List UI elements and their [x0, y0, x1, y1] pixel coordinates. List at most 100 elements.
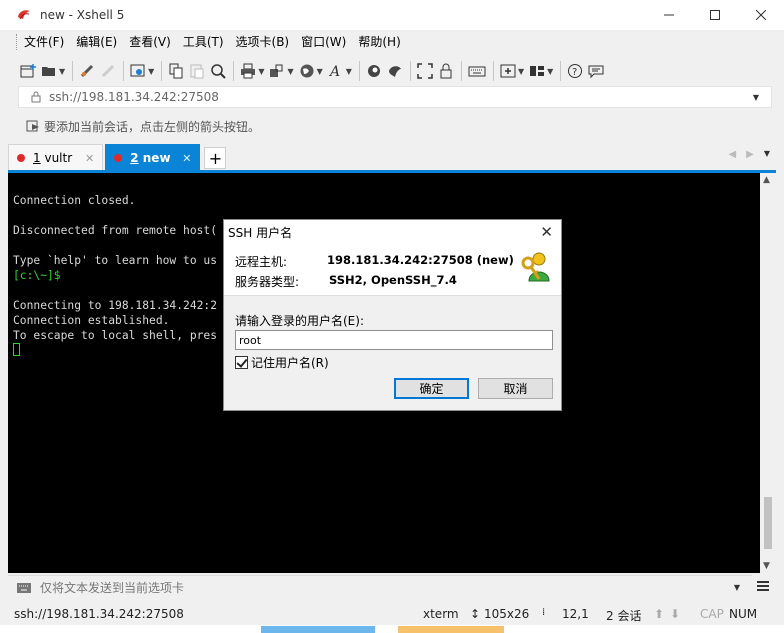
- status-cursor-pos: 12,1: [562, 607, 589, 621]
- status-session: ssh://198.181.34.242:27508: [14, 607, 184, 621]
- copy-icon: [169, 63, 183, 79]
- user-key-icon: [521, 252, 550, 282]
- background-strip: [0, 625, 784, 633]
- close-tab-icon[interactable]: ✕: [182, 152, 191, 165]
- plus-icon: +: [208, 148, 223, 168]
- tab-new[interactable]: 2 new ✕: [105, 144, 201, 171]
- minimize-button[interactable]: [646, 0, 692, 30]
- menu-bar: 文件(F) 编辑(E) 查看(V) 工具(T) 选项卡(B) 窗口(W) 帮助(…: [8, 30, 776, 54]
- scrollbar-thumb[interactable]: [764, 497, 772, 549]
- link-bar: 要添加当前会话，点击左侧的箭头按钮。: [8, 112, 776, 140]
- dialog-title-bar: SSH 用户名 ✕: [224, 220, 561, 244]
- size-icon: ↕: [470, 607, 481, 621]
- script-icon: [388, 66, 401, 77]
- folder-icon: [42, 67, 55, 76]
- arrow-add-icon[interactable]: [26, 119, 40, 133]
- compose-hint: 仅将文本发送到当前选项卡: [40, 581, 185, 595]
- tab-prev-icon[interactable]: ◀: [728, 149, 736, 160]
- link-bar-hint: 要添加当前会话，点击左侧的箭头按钮。: [44, 119, 261, 134]
- remember-username-checkbox[interactable]: 记住用户名(R): [235, 354, 329, 371]
- disconnect-button[interactable]: [100, 60, 116, 82]
- chevron-down-icon[interactable]: ▼: [753, 93, 759, 102]
- close-button[interactable]: [738, 0, 784, 30]
- menu-edit[interactable]: 编辑(E): [70, 30, 123, 54]
- keyboard-button[interactable]: [468, 60, 486, 82]
- tab-next-icon[interactable]: ▶: [746, 149, 754, 160]
- scroll-up-icon[interactable]: ▲: [763, 175, 770, 185]
- tab-vultr[interactable]: 1 vultr ✕: [8, 144, 104, 171]
- server-type-label: 服务器类型:: [235, 275, 300, 289]
- compose-bar[interactable]: 仅将文本发送到当前选项卡 ▼: [8, 575, 752, 599]
- toolbar-separator: [72, 61, 74, 81]
- add-tab-icon: [500, 64, 516, 78]
- copy-button[interactable]: [168, 60, 184, 82]
- username-prompt: 请输入登录的用户名(E):: [235, 314, 364, 328]
- new-tab-button[interactable]: +: [204, 147, 227, 169]
- tab-list-dropdown-icon[interactable]: ▼: [764, 149, 770, 160]
- open-button[interactable]: ▼: [41, 60, 65, 82]
- menu-tools[interactable]: 工具(T): [177, 30, 230, 54]
- print-button[interactable]: ▼: [240, 60, 264, 82]
- cancel-button[interactable]: 取消: [478, 378, 553, 399]
- paste-button[interactable]: [189, 60, 205, 82]
- hamburger-menu-icon[interactable]: [756, 579, 770, 593]
- host-label: 远程主机:: [235, 255, 288, 269]
- new-session-button[interactable]: [20, 60, 36, 82]
- maximize-button[interactable]: [692, 0, 738, 30]
- globe-button[interactable]: ▼: [299, 60, 323, 82]
- menu-file[interactable]: 文件(F): [18, 30, 70, 54]
- terminal-line: Type `help' to learn how to us: [13, 254, 218, 267]
- minimize-icon: [664, 14, 674, 16]
- xftp-icon: [367, 65, 380, 77]
- properties-button[interactable]: ▼: [130, 60, 154, 82]
- chat-button[interactable]: [588, 60, 604, 82]
- maximize-icon: [710, 10, 720, 20]
- dialog-title: SSH 用户名: [228, 225, 293, 240]
- toolbar-separator: [123, 61, 125, 81]
- toolbar-separator: [492, 61, 494, 81]
- status-cap: CAP: [700, 607, 724, 621]
- checkbox-checked-icon[interactable]: [235, 356, 248, 369]
- address-bar[interactable]: ssh://198.181.34.242:27508 ▼: [18, 86, 772, 108]
- menu-view[interactable]: 查看(V): [123, 30, 177, 54]
- transfer-button[interactable]: ▼: [269, 60, 294, 82]
- window-title: new - Xshell 5: [40, 8, 125, 22]
- menu-help[interactable]: 帮助(H): [352, 30, 406, 54]
- menu-window[interactable]: 窗口(W): [295, 30, 352, 54]
- username-input[interactable]: [235, 330, 553, 350]
- layout-icon: [530, 66, 545, 76]
- xftp-button[interactable]: [366, 60, 382, 82]
- address-text: ssh://198.181.34.242:27508: [49, 90, 219, 104]
- font-button[interactable]: A ▼: [328, 60, 352, 82]
- menu-grip[interactable]: [16, 34, 19, 50]
- status-dot-icon: [17, 154, 25, 162]
- status-sessions: 2 会话: [606, 609, 642, 623]
- svg-text:?: ?: [572, 67, 577, 78]
- xshell-script-button[interactable]: [387, 60, 403, 82]
- terminal-scrollbar[interactable]: ▲ ▼: [760, 173, 776, 573]
- scroll-down-icon[interactable]: ▼: [763, 561, 770, 571]
- search-icon: [211, 64, 227, 79]
- ok-button[interactable]: 确定: [394, 378, 469, 399]
- tab-label: vultr: [44, 151, 73, 165]
- add-tab-button[interactable]: ▼: [500, 60, 524, 82]
- lock-button[interactable]: [438, 60, 454, 82]
- help-button[interactable]: ?: [567, 60, 583, 82]
- font-icon: A: [328, 64, 340, 79]
- menu-tabs[interactable]: 选项卡(B): [230, 30, 296, 54]
- close-tab-icon[interactable]: ✕: [85, 152, 94, 165]
- tab-strip: 1 vultr ✕ 2 new ✕ + ◀ ▶ ▼: [8, 143, 776, 171]
- session-up-icon[interactable]: ⬆: [654, 607, 664, 621]
- connect-button[interactable]: [79, 60, 95, 82]
- dialog-info-panel: 远程主机: 198.181.34.242:27508 (new) 服务器类型: …: [224, 244, 561, 296]
- status-term-type: xterm: [423, 607, 459, 621]
- session-down-icon[interactable]: ⬇: [670, 607, 680, 621]
- dialog-close-icon[interactable]: ✕: [540, 223, 553, 241]
- layout-button[interactable]: ▼: [529, 60, 553, 82]
- find-button[interactable]: [210, 60, 227, 82]
- terminal-line: Disconnected from remote host(: [13, 224, 218, 237]
- fullscreen-button[interactable]: [417, 60, 433, 82]
- chevron-down-icon[interactable]: ▼: [734, 583, 740, 592]
- ssh-username-dialog: SSH 用户名 ✕ 远程主机: 198.181.34.242:27508 (ne…: [223, 219, 562, 411]
- background-button: [398, 626, 504, 633]
